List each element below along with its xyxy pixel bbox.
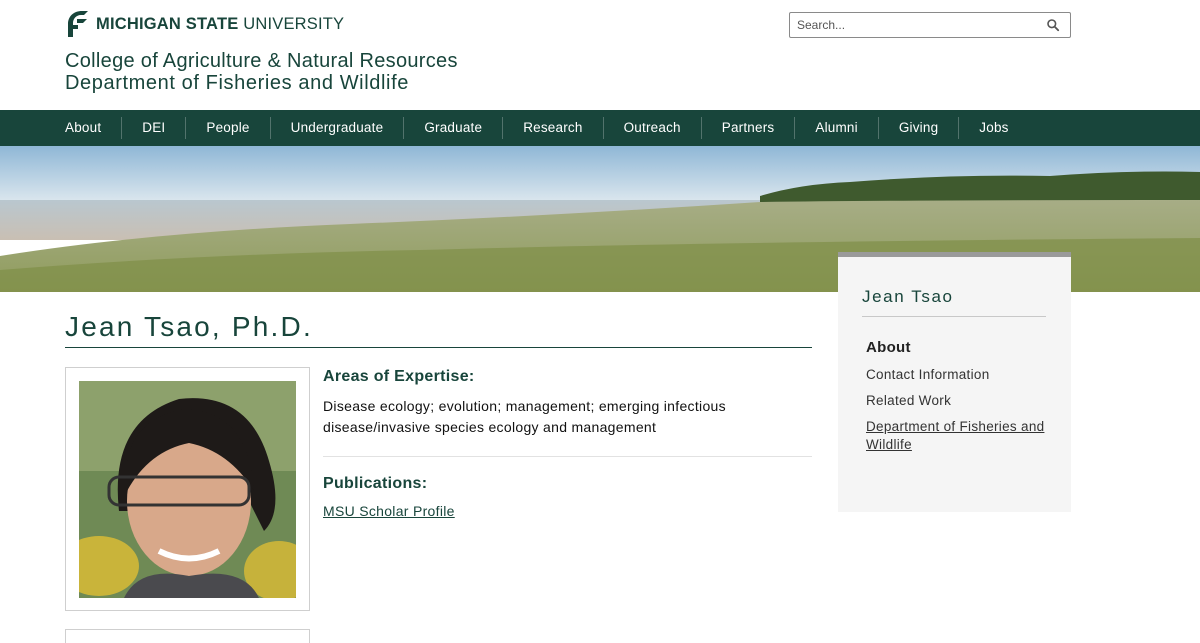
sidebar-item-related-work[interactable]: Related Work [866,392,1046,410]
profile-photo [79,381,296,598]
nav-item-outreach[interactable]: Outreach [604,117,702,139]
nav-item-dei[interactable]: DEI [122,117,187,139]
msu-logo[interactable]: MICHIGAN STATE UNIVERSITY [65,9,344,39]
expertise-text: Disease ecology; evolution; management; … [323,398,726,435]
nav-item-research[interactable]: Research [503,117,604,139]
sidebar-item-department[interactable]: Department of Fisheries and Wildlife [866,418,1046,454]
expertise-heading: Areas of Expertise: [323,368,475,385]
sidebar-title: Jean Tsao [862,287,954,306]
publications-heading: Publications: [323,475,428,492]
college-name[interactable]: College of Agriculture & Natural Resourc… [65,50,458,73]
profile-photo-frame [65,367,310,611]
search-input[interactable] [790,18,1040,32]
nav-item-about[interactable]: About [45,117,123,139]
profile-sidebar: Jean Tsao About Contact Information Rela… [838,252,1071,512]
profile-content: Areas of Expertise: Disease ecology; evo… [323,368,812,521]
page-title: Jean Tsao, Ph.D. [65,311,812,348]
nav-item-graduate[interactable]: Graduate [404,117,504,139]
scholar-profile-link[interactable]: MSU Scholar Profile [323,503,455,519]
nav-item-jobs[interactable]: Jobs [959,117,1028,139]
sidebar-item-about[interactable]: About [866,339,1046,357]
nav-item-people[interactable]: People [186,117,271,139]
search-box[interactable] [789,12,1071,38]
department-name[interactable]: Department of Fisheries and Wildlife [65,72,409,95]
spartan-helmet-icon [68,11,88,37]
sidebar-item-contact[interactable]: Contact Information [866,366,1046,384]
nav-item-partners[interactable]: Partners [702,117,796,139]
nav-item-giving[interactable]: Giving [879,117,960,139]
university-wordmark: MICHIGAN STATE UNIVERSITY [96,14,345,33]
section-divider [323,456,812,457]
secondary-frame [65,629,310,643]
search-icon[interactable] [1046,18,1060,32]
sidebar-divider [862,316,1046,317]
nav-item-undergraduate[interactable]: Undergraduate [271,117,405,139]
main-nav: About DEI People Undergraduate Graduate … [0,110,1200,146]
nav-item-alumni[interactable]: Alumni [795,117,879,139]
